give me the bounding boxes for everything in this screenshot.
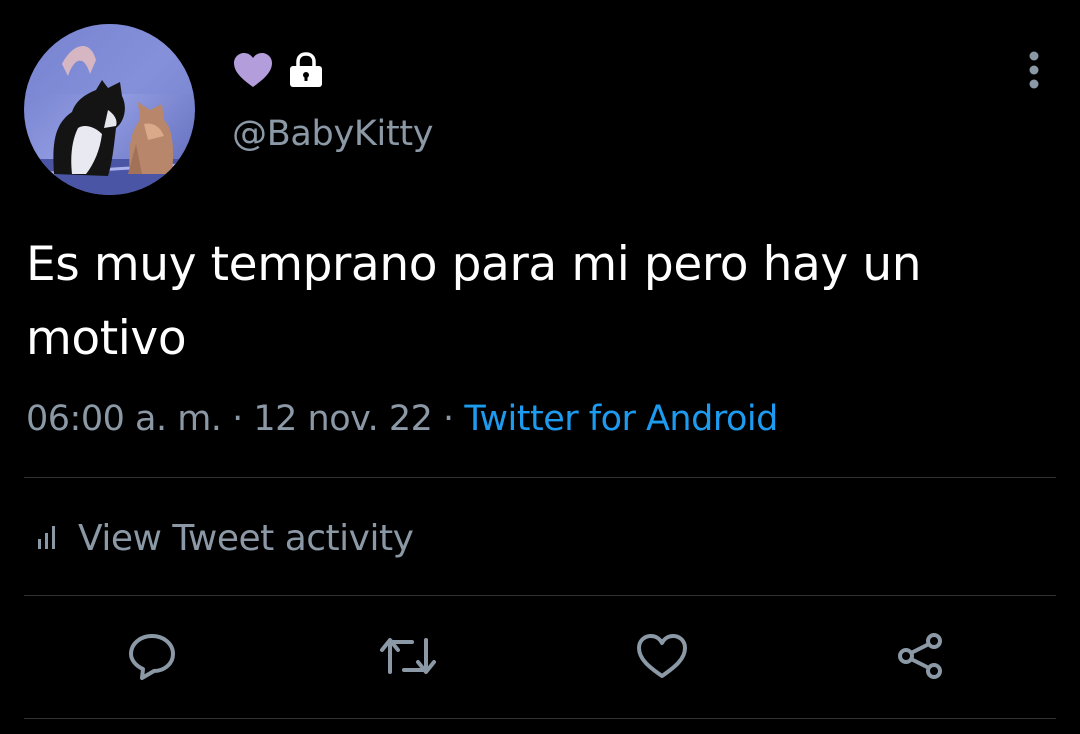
meta-separator: · [232,399,243,439]
tweet-meta: 06:00 a. m. · 12 nov. 22 · Twitter for A… [26,396,778,442]
tweet-source-link[interactable]: Twitter for Android [464,399,778,439]
reply-icon [126,631,178,685]
view-tweet-activity-label: View Tweet activity [78,517,414,559]
display-name[interactable] [232,52,324,92]
analytics-bars-icon [36,518,62,559]
lock-icon [288,51,324,93]
avatar[interactable] [24,24,195,195]
like-icon [635,632,689,684]
meta-separator: · [443,399,454,439]
purple-heart-icon [232,51,274,93]
divider [24,477,1056,478]
tweet-date[interactable]: 12 nov. 22 [253,399,433,439]
divider [24,718,1056,719]
more-vertical-icon[interactable] [1014,48,1054,92]
view-tweet-activity-button[interactable]: View Tweet activity [36,514,414,562]
reply-button[interactable] [122,630,182,686]
retweet-icon [378,634,438,682]
retweet-button[interactable] [378,630,438,686]
share-icon [894,631,946,685]
tweet-text: Es muy temprano para mi pero hay un moti… [26,237,922,366]
divider [24,595,1056,596]
user-handle[interactable]: @BabyKitty [232,112,434,156]
share-button[interactable] [890,630,950,686]
tweet-time[interactable]: 06:00 a. m. [26,399,222,439]
like-button[interactable] [632,630,692,686]
